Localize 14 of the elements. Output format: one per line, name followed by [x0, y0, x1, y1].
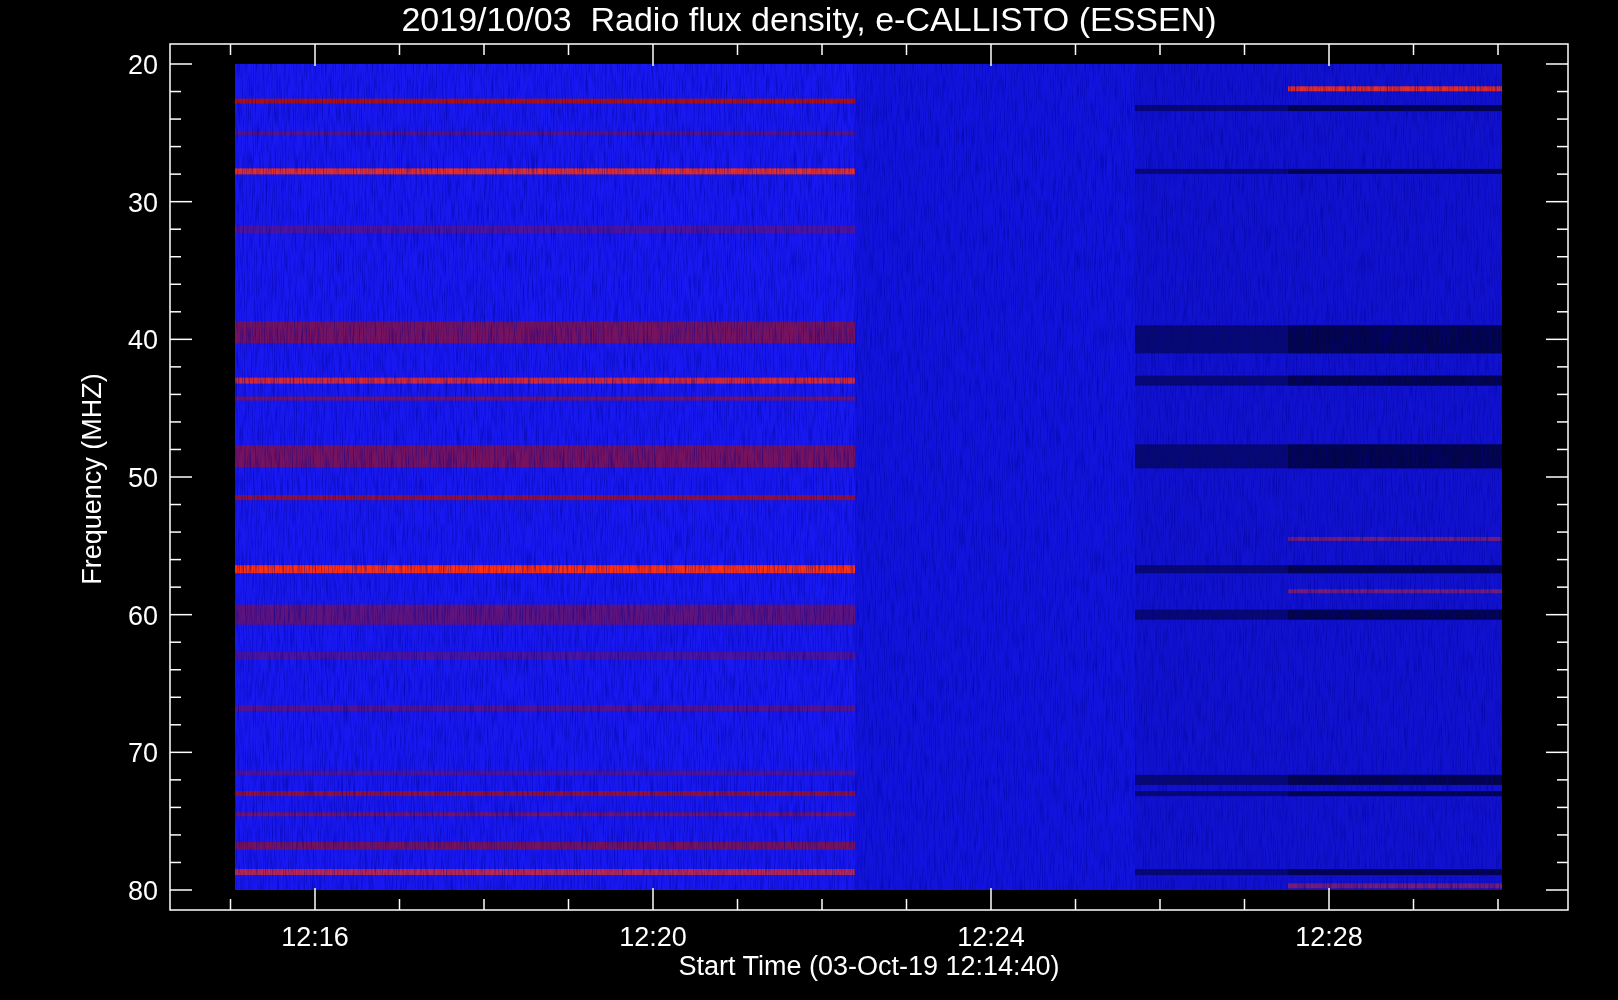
x-tick-label: 12:24	[957, 922, 1025, 952]
y-tick-label: 80	[127, 876, 158, 906]
x-tick-label: 12:20	[619, 922, 687, 952]
y-tick-label: 60	[127, 600, 158, 631]
y-tick-label: 50	[127, 463, 158, 493]
x-tick-label: 12:16	[281, 922, 349, 952]
y-axis-title: Frequency (MHZ)	[77, 373, 107, 585]
plot-title: 2019/10/03 Radio flux density, e-CALLISTO (ESSEN)	[401, 0, 1217, 38]
x-axis-title: Start Time (03-Oct-19 12:14:40)	[678, 951, 1060, 981]
y-tick-label: 40	[127, 325, 158, 356]
y-tick-label: 20	[127, 50, 158, 80]
x-tick-label: 12:28	[1295, 922, 1363, 952]
y-tick-label: 30	[127, 187, 158, 218]
y-tick-label: 70	[127, 738, 158, 769]
